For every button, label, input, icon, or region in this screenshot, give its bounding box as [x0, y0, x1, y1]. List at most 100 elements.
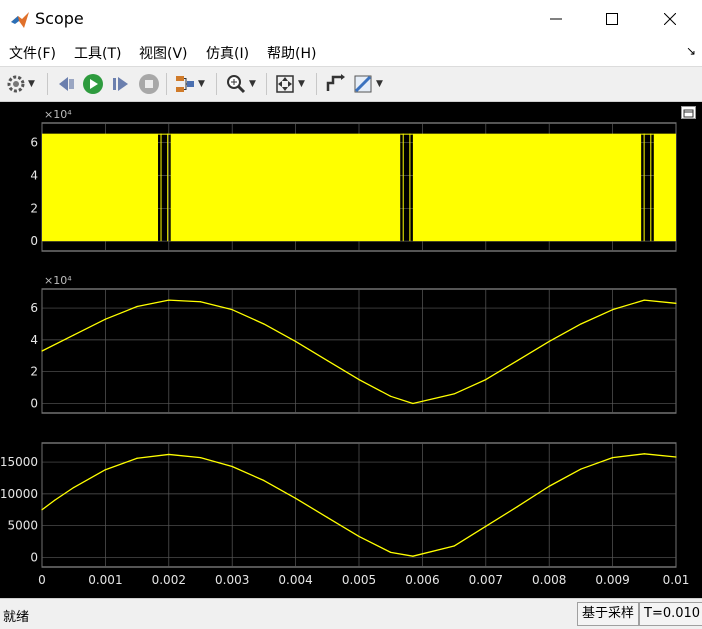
signal-data-point	[612, 309, 614, 311]
signal-data-point	[643, 299, 645, 301]
run-icon	[83, 74, 103, 94]
status-time: T=0.010	[639, 602, 702, 626]
signal-data-point	[675, 302, 677, 304]
signal-data-point	[104, 318, 106, 320]
matlab-logo-icon	[11, 12, 29, 28]
y-tick-label: 2	[30, 365, 38, 379]
signal-data-point	[73, 334, 75, 336]
signal-data-point	[412, 402, 414, 405]
fit-axes-button[interactable]: ▼	[274, 72, 305, 96]
scope-axes-group: 0 2 4 6 ×10⁴ 0 2 4 6 ×10⁴ 0 5000 10000 15000 0 0.001 0.0…	[0, 108, 690, 587]
signal-data-point	[548, 485, 550, 487]
toolbar-separator	[216, 73, 217, 95]
dock-arrow-icon[interactable]: ↘	[686, 44, 696, 58]
minimize-button[interactable]	[528, 0, 584, 38]
maximize-button[interactable]	[584, 0, 640, 38]
toolbar: ▼ ▼ ▼ ▼ ▼	[0, 67, 702, 102]
signal-data-point	[295, 340, 297, 343]
fit-axes-icon	[276, 75, 294, 93]
signal-data-point	[168, 453, 170, 456]
stop-button[interactable]	[138, 72, 160, 96]
x-tick-label: 0.001	[88, 573, 122, 587]
signal-data-point	[516, 359, 519, 362]
signal-data-point	[41, 350, 43, 352]
chevron-down-icon: ▼	[249, 79, 256, 89]
window-title: Scope	[35, 9, 84, 28]
menu-help[interactable]: 帮助(H)	[267, 43, 316, 63]
x-tick-label: 0.006	[405, 573, 439, 587]
signal-data-point	[358, 379, 360, 381]
signal-data-point	[675, 456, 677, 458]
signal-data-point	[643, 453, 645, 455]
stop-icon	[139, 74, 159, 94]
style-button[interactable]	[324, 72, 346, 96]
x-tick-label: 0.005	[342, 573, 376, 587]
signal-data-point	[485, 379, 487, 381]
pwm-signal-block	[42, 133, 159, 242]
signal-data-point	[516, 505, 519, 508]
y-axis-multiplier: ×10⁴	[44, 274, 72, 287]
title-bar: Scope	[0, 0, 702, 38]
x-tick-label: 0.008	[532, 573, 566, 587]
pwm-signal-block	[653, 133, 676, 242]
menu-view[interactable]: 视图(V)	[139, 43, 188, 63]
close-button[interactable]	[642, 0, 698, 38]
signal-data-point	[295, 497, 297, 499]
menu-bar: 文件(F) 工具(T) 视图(V) 仿真(I) 帮助(H) ↘	[0, 38, 702, 67]
x-tick-label: 0	[38, 573, 46, 587]
pwm-signal-block	[412, 133, 642, 242]
y-tick-label: 4	[30, 333, 38, 347]
signal-data-point	[485, 525, 487, 527]
zoom-icon	[227, 75, 246, 94]
x-tick-label: 0.007	[469, 573, 503, 587]
status-sample-mode: 基于采样	[577, 602, 640, 626]
settings-button[interactable]: ▼	[6, 72, 35, 96]
signal-data-point	[412, 555, 414, 557]
measure-icon	[354, 75, 372, 93]
x-tick-label: 0.003	[215, 573, 249, 587]
minimize-icon	[550, 18, 562, 20]
x-tick-label: 0.01	[663, 573, 690, 587]
signal-data-point	[580, 323, 582, 325]
y-tick-label: 15000	[0, 455, 38, 469]
signal-data-point	[580, 468, 582, 470]
x-tick-label: 0.002	[152, 573, 186, 587]
style-icon	[326, 74, 345, 91]
step-back-button[interactable]	[55, 72, 77, 96]
measure-button[interactable]: ▼	[352, 72, 383, 96]
toolbar-separator	[166, 73, 167, 95]
signal-select-button[interactable]: ▼	[174, 72, 205, 96]
signal-data-point	[104, 469, 106, 471]
signal-data-point	[326, 359, 328, 362]
undock-icon[interactable]	[681, 106, 696, 119]
menu-tools[interactable]: 工具(T)	[74, 43, 121, 63]
chevron-down-icon: ▼	[376, 79, 383, 89]
menu-simulation[interactable]: 仿真(I)	[206, 43, 249, 63]
signal-data-point	[41, 509, 43, 511]
signal-data-point	[136, 457, 138, 459]
signal-data-point	[136, 305, 138, 308]
signal-data-point	[612, 457, 614, 459]
menu-file[interactable]: 文件(F)	[9, 43, 56, 63]
signal-data-point	[231, 309, 233, 311]
y-tick-label: 5000	[7, 519, 38, 533]
signal-data-point	[548, 340, 550, 343]
step-forward-button[interactable]	[110, 72, 132, 96]
signal-data-point	[390, 395, 392, 397]
step-back-icon	[59, 77, 74, 91]
signal-data-point	[73, 486, 75, 489]
zoom-button[interactable]: ▼	[225, 72, 256, 96]
signal-data-point	[54, 499, 56, 501]
y-tick-label: 4	[30, 169, 38, 183]
y-tick-label: 2	[30, 201, 38, 215]
y-tick-label: 0	[30, 550, 38, 564]
chevron-down-icon: ▼	[198, 79, 205, 89]
x-tick-label: 0.009	[595, 573, 629, 587]
chevron-down-icon: ▼	[298, 79, 305, 89]
maximize-icon	[606, 13, 618, 25]
run-button[interactable]	[82, 72, 104, 96]
y-tick-label: 10000	[0, 487, 38, 501]
signal-data-point	[358, 535, 360, 538]
status-bar: 就绪 基于采样 T=0.010	[0, 598, 702, 629]
signal-data-point	[168, 299, 170, 301]
